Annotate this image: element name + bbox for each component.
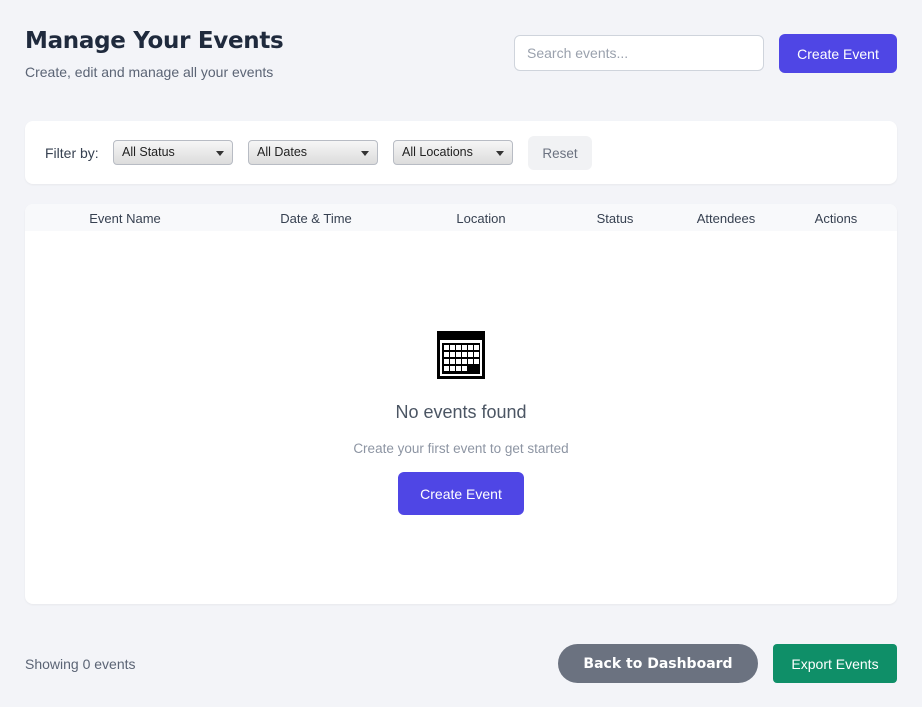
chevron-down-icon	[496, 151, 504, 156]
page-subtitle: Create, edit and manage all your events	[25, 64, 274, 80]
empty-state-subtitle: Create your first event to get started	[353, 441, 569, 456]
empty-state-create-event-button[interactable]: Create Event	[398, 472, 524, 515]
manage-events-page: Manage Your Events Create, edit and mana…	[0, 0, 922, 707]
create-event-button[interactable]: Create Event	[779, 34, 897, 73]
reset-filters-button[interactable]: Reset	[528, 136, 592, 170]
events-table: Event Name Date & Time Location Status A…	[25, 204, 897, 604]
export-events-button[interactable]: Export Events	[773, 644, 897, 683]
column-header-date-time[interactable]: Date & Time	[280, 211, 352, 226]
events-count-text: Showing 0 events	[25, 656, 136, 672]
chevron-down-icon	[216, 151, 224, 156]
column-header-status[interactable]: Status	[597, 211, 634, 226]
status-filter-value: All Status	[122, 145, 175, 159]
search-input[interactable]	[514, 35, 764, 71]
column-header-attendees[interactable]: Attendees	[697, 211, 756, 226]
status-filter-select[interactable]: All Status	[113, 140, 233, 165]
table-header: Event Name Date & Time Location Status A…	[25, 204, 897, 231]
chevron-down-icon	[361, 151, 369, 156]
date-filter-select[interactable]: All Dates	[248, 140, 378, 165]
page-title: Manage Your Events	[25, 28, 284, 54]
column-header-event-name[interactable]: Event Name	[89, 211, 161, 226]
filter-bar: Filter by: All Status All Dates All Loca…	[25, 121, 897, 184]
filter-label: Filter by:	[45, 145, 99, 161]
location-filter-value: All Locations	[402, 145, 473, 159]
location-filter-select[interactable]: All Locations	[393, 140, 513, 165]
back-to-dashboard-button[interactable]: Back to Dashboard	[558, 644, 758, 683]
column-header-location[interactable]: Location	[456, 211, 505, 226]
column-header-actions: Actions	[814, 211, 858, 226]
calendar-icon	[437, 331, 485, 379]
empty-state-title: No events found	[395, 402, 527, 422]
date-filter-value: All Dates	[257, 145, 308, 159]
